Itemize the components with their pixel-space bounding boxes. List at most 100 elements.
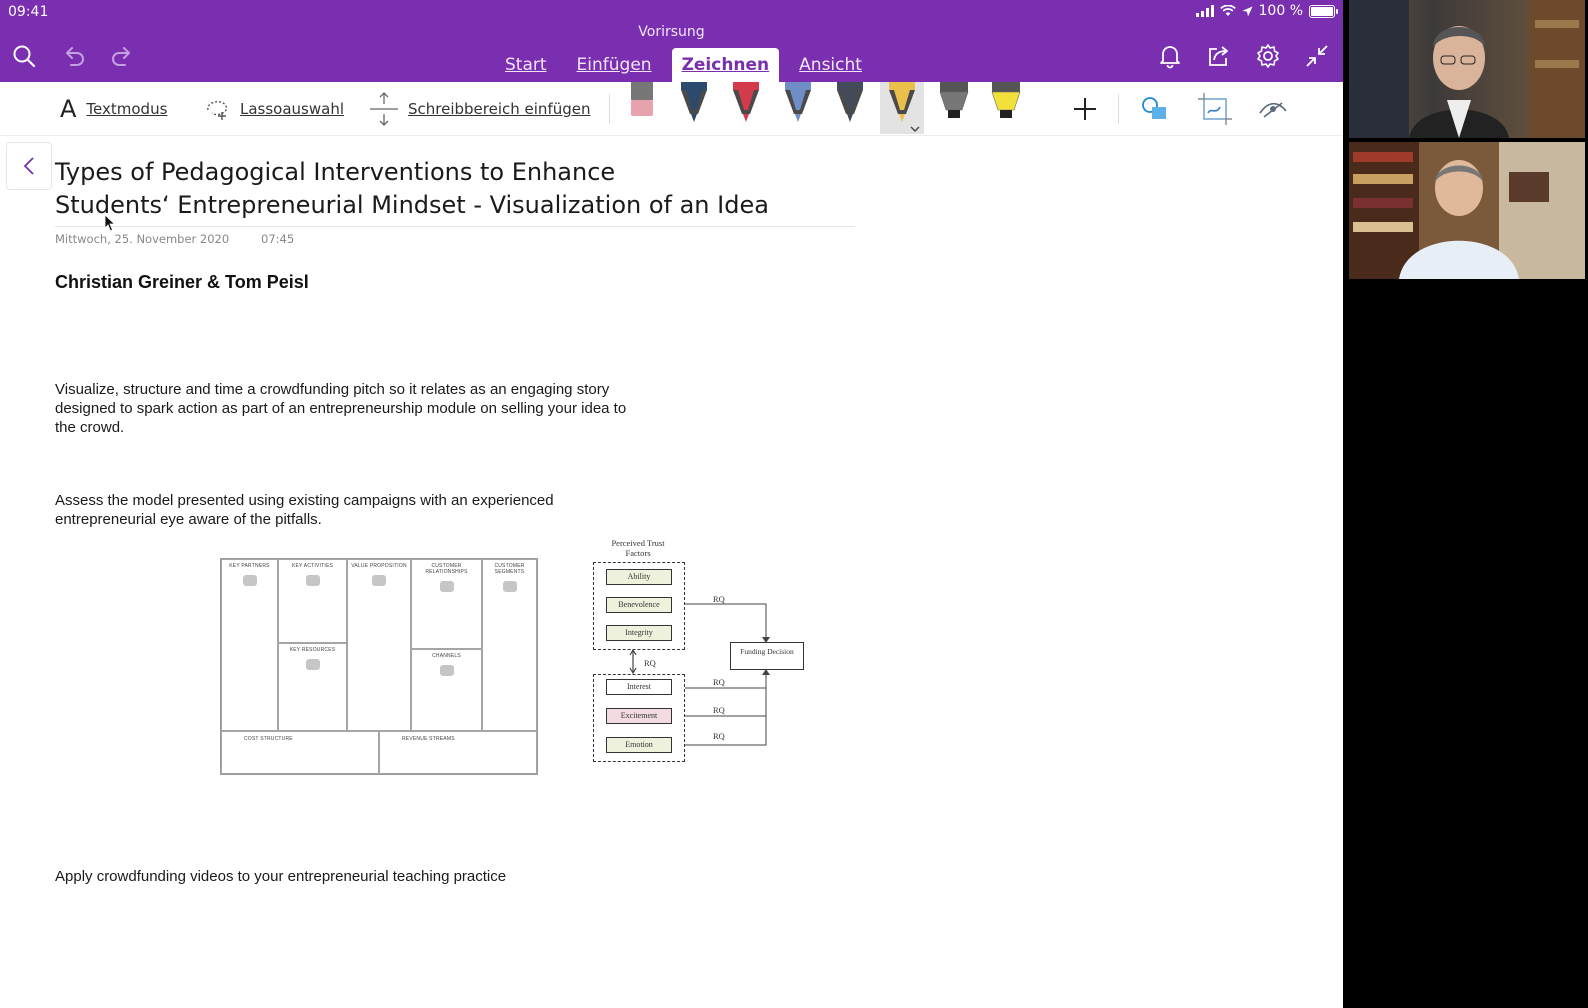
add-pen-icon[interactable]: [1072, 92, 1098, 126]
back-button[interactable]: [6, 142, 52, 190]
onenote-app: 09:41 100 % Vorirsung Start Einfügen Zei…: [0, 0, 1343, 1008]
canvas-label: COST STRUCTURE: [244, 736, 293, 742]
page-title-line: Students‘ Entrepreneurial Mindset - Visu…: [55, 191, 769, 219]
diagram-connectors: [629, 603, 770, 746]
insert-space-label: Schreibbereich einfügen: [408, 100, 591, 118]
canvas-label: KEY ACTIVITIES: [291, 563, 334, 569]
canvas-label: KEY RESOURCES: [289, 647, 336, 653]
mouse-cursor-icon: [104, 214, 116, 232]
rq-label: RQ: [713, 594, 725, 604]
canvas-customer-segments: CUSTOMER SEGMENTS: [482, 559, 537, 731]
text-line: the crowd.: [55, 419, 125, 436]
undo-icon[interactable]: [60, 42, 88, 70]
text-mode-icon: A: [60, 95, 77, 123]
canvas-key-partners: KEY PARTNERS: [221, 559, 278, 731]
page-title[interactable]: Types of Pedagogical Interventions to En…: [55, 156, 855, 222]
canvas-key-activities: KEY ACTIVITIES: [278, 559, 347, 643]
participant-video-2[interactable]: [1349, 142, 1585, 279]
rq-label: RQ: [713, 677, 725, 687]
draw-toolbar: A Textmodus Lassoauswahl Schreibbereich …: [0, 82, 1343, 136]
battery-percent: 100 %: [1258, 3, 1303, 19]
ink-replay-icon[interactable]: [1258, 92, 1288, 126]
authors[interactable]: Christian Greiner & Tom Peisl: [55, 272, 309, 293]
pen-icon[interactable]: [776, 82, 820, 134]
truck-icon: [439, 665, 454, 676]
canvas-label: VALUE PROPOSITION: [351, 563, 407, 569]
text-line: Assess the model presented using existin…: [55, 492, 554, 509]
trust-factors-diagram-image[interactable]: Perceived Trust Factors Ability Benevole…: [590, 538, 820, 768]
canvas-channels: CHANNELS: [411, 649, 482, 731]
business-model-canvas-image[interactable]: KEY PARTNERS KEY ACTIVITIES KEY RESOURCE…: [220, 558, 538, 775]
rq-label: RQ: [713, 731, 725, 741]
insert-space-button[interactable]: Schreibbereich einfügen: [370, 92, 590, 126]
search-icon[interactable]: [10, 42, 38, 70]
paragraph-visualize[interactable]: Visualize, structure and time a crowdfun…: [55, 380, 626, 437]
paragraph-assess[interactable]: Assess the model presented using existin…: [55, 491, 554, 529]
pencil-icon[interactable]: [880, 82, 924, 134]
canvas-label: KEY PARTNERS: [229, 563, 270, 569]
tab-einfuegen[interactable]: Einfügen: [567, 48, 662, 82]
ink-to-shape-icon[interactable]: [1198, 92, 1232, 126]
lasso-select-button[interactable]: Lassoauswahl: [204, 92, 344, 126]
canvas-customer-relationships: CUSTOMER RELATIONSHIPS: [411, 559, 482, 649]
highlighter-icon[interactable]: [984, 82, 1028, 134]
rq-label: RQ: [644, 658, 656, 668]
canvas-label: CHANNELS: [432, 653, 461, 659]
canvas-revenue-streams: REVENUE STREAMS: [379, 731, 537, 774]
page-title-line: Types of Pedagogical Interventions to En…: [55, 158, 616, 186]
text-mode-label: Textmodus: [86, 100, 168, 118]
highlighter-icon[interactable]: [932, 82, 976, 134]
chevron-left-icon: [23, 157, 34, 175]
title-divider: [55, 226, 855, 227]
page-date: Mittwoch, 25. November 2020: [55, 232, 230, 246]
share-icon[interactable]: [1205, 42, 1233, 70]
paragraph-apply[interactable]: Apply crowdfunding videos to your entrep…: [55, 867, 506, 886]
person-icon: [502, 581, 517, 592]
activity-icon: [305, 575, 320, 586]
video-call-panel: [1343, 0, 1588, 1008]
status-time: 09:41: [8, 4, 49, 20]
wifi-icon: [1219, 5, 1236, 16]
pen-icon[interactable]: [724, 82, 768, 134]
lasso-select-label: Lassoauswahl: [240, 100, 345, 118]
status-indicators: 100 %: [1195, 3, 1338, 19]
bell-icon[interactable]: [1156, 42, 1184, 70]
pen-icon[interactable]: [672, 82, 716, 134]
gift-icon: [372, 575, 386, 586]
signal-icon: [1195, 5, 1214, 17]
pen-icon[interactable]: [828, 82, 872, 134]
insert-space-icon: [370, 92, 398, 126]
tab-zeichnen[interactable]: Zeichnen: [671, 48, 780, 82]
canvas-label: REVENUE STREAMS: [402, 736, 455, 742]
participant-avatar: [1349, 142, 1585, 279]
canvas-cost-structure: COST STRUCTURE: [221, 731, 379, 774]
collapse-icon[interactable]: [1303, 42, 1331, 70]
heart-icon: [439, 581, 454, 592]
chain-icon: [242, 575, 257, 586]
tab-ansicht[interactable]: Ansicht: [789, 48, 872, 82]
eraser-icon[interactable]: [620, 82, 664, 134]
redo-icon[interactable]: [108, 42, 136, 70]
page-time: 07:45: [261, 232, 295, 246]
title-bar: 09:41 100 % Vorirsung Start Einfügen Zei…: [0, 0, 1343, 82]
ribbon-tabs: Start Einfügen Zeichnen Ansicht: [490, 46, 877, 82]
resource-icon: [305, 659, 320, 670]
canvas-key-resources: KEY RESOURCES: [278, 643, 347, 731]
canvas-label: CUSTOMER RELATIONSHIPS: [425, 563, 468, 575]
document-title: Vorirsung: [638, 24, 705, 40]
chevron-down-icon: [910, 126, 920, 132]
participant-video-1[interactable]: [1349, 0, 1585, 138]
canvas-value-proposition: VALUE PROPOSITION: [347, 559, 411, 731]
shapes-icon[interactable]: [1140, 92, 1170, 126]
toolbar-separator: [1118, 94, 1119, 124]
text-mode-button[interactable]: A Textmodus: [60, 92, 167, 126]
location-icon: [1242, 6, 1253, 16]
lasso-icon: [207, 100, 228, 120]
text-line: designed to spark action as part of an e…: [55, 400, 627, 417]
gear-icon[interactable]: [1254, 42, 1282, 70]
text-line: Visualize, structure and time a crowdfun…: [55, 381, 610, 398]
toolbar-separator: [609, 94, 610, 124]
tab-start[interactable]: Start: [495, 48, 557, 82]
participant-avatar: [1349, 0, 1585, 138]
canvas-label: CUSTOMER SEGMENTS: [494, 563, 525, 575]
